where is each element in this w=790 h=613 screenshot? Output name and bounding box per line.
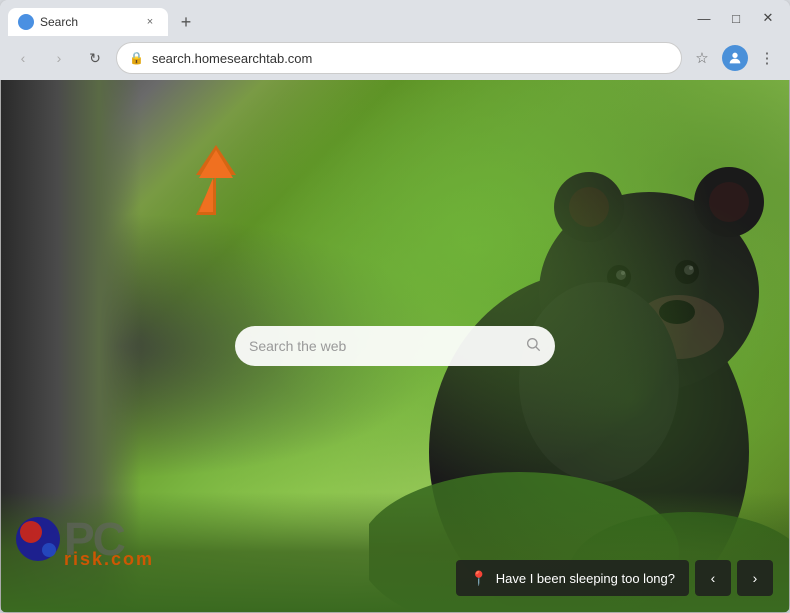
tab-strip: Search × + (8, 0, 686, 36)
new-tab-button[interactable]: + (172, 8, 200, 36)
tab-title: Search (40, 15, 136, 29)
forward-button[interactable]: › (44, 43, 74, 73)
arrow-annotation (191, 140, 256, 225)
menu-button[interactable]: ⋮ (752, 43, 782, 73)
url-display: search.homesearchtab.com (152, 51, 669, 66)
title-bar: Search × + — □ ✕ (0, 0, 790, 36)
webpage-content: Search the web PC (0, 80, 790, 613)
search-icon (525, 336, 541, 356)
search-placeholder: Search the web (249, 338, 517, 354)
notification-prev-button[interactable]: ‹ (695, 560, 731, 596)
window-controls: — □ ✕ (690, 4, 782, 32)
tab-close-button[interactable]: × (142, 14, 158, 30)
pcrisk-risk-text: risk.com (64, 549, 154, 569)
bookmark-button[interactable]: ☆ (688, 44, 716, 72)
toolbar: ‹ › ↻ 🔒 search.homesearchtab.com ☆ ⋮ (0, 36, 790, 80)
active-tab[interactable]: Search × (8, 8, 168, 36)
security-icon: 🔒 (129, 51, 144, 65)
minimize-button[interactable]: — (690, 4, 718, 32)
maximize-button[interactable]: □ (722, 4, 750, 32)
back-button[interactable]: ‹ (8, 43, 38, 73)
browser-window: Search × + — □ ✕ ‹ › ↻ 🔒 search.homesear… (0, 0, 790, 613)
bottom-notification: 📍 Have I been sleeping too long? ‹ › (456, 560, 773, 596)
profile-button[interactable] (722, 45, 748, 71)
refresh-button[interactable]: ↻ (80, 43, 110, 73)
search-box[interactable]: Search the web (235, 326, 555, 366)
address-bar[interactable]: 🔒 search.homesearchtab.com (116, 42, 682, 74)
pcrisk-logo: PC risk.com (16, 516, 124, 562)
notification-text: Have I been sleeping too long? (496, 571, 675, 586)
close-button[interactable]: ✕ (754, 4, 782, 32)
pin-icon: 📍 (470, 570, 487, 587)
tab-favicon (18, 14, 34, 30)
toolbar-icons: ⋮ (722, 43, 782, 73)
notification-next-button[interactable]: › (737, 560, 773, 596)
notification-pill: 📍 Have I been sleeping too long? (456, 560, 689, 596)
search-container: Search the web (235, 326, 555, 366)
